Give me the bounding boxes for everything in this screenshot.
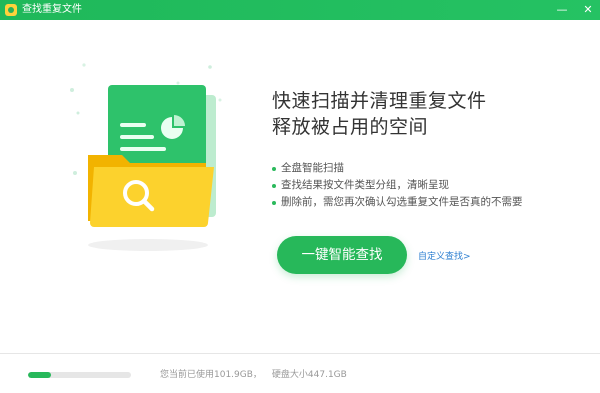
disk-usage-text: 您当前已使用101.9GB， 硬盘大小447.1GB	[160, 368, 357, 382]
folder-search-illustration	[70, 63, 222, 251]
title-bar: 查找重复文件 — ✕	[0, 0, 600, 20]
custom-search-link[interactable]: 自定义查找>	[418, 250, 471, 264]
close-button[interactable]: ✕	[582, 0, 594, 20]
minimize-button[interactable]: —	[556, 0, 568, 20]
disk-total-text: 硬盘大小447.1GB	[271, 370, 347, 380]
app-logo-icon	[5, 4, 17, 16]
main-headline: 快速扫描并清理重复文件 释放被占用的空间	[272, 88, 487, 140]
window-controls: — ✕	[556, 0, 594, 20]
disk-usage-bar	[28, 372, 131, 378]
headline-line-2: 释放被占用的空间	[272, 116, 429, 138]
disk-used-text: 您当前已使用101.9GB，	[160, 370, 262, 380]
feature-item: 查找结果按文件类型分组，清晰呈现	[272, 177, 523, 194]
feature-list: 全盘智能扫描 查找结果按文件类型分组，清晰呈现 删除前，需您再次确认勾选重复文件…	[272, 160, 523, 211]
disk-usage-fill	[28, 372, 52, 378]
footer-divider	[0, 353, 600, 354]
feature-item: 删除前，需您再次确认勾选重复文件是否真的不需要	[272, 194, 523, 211]
headline-line-1: 快速扫描并清理重复文件	[272, 90, 487, 112]
smart-scan-button[interactable]: 一键智能查找	[277, 236, 407, 274]
feature-item: 全盘智能扫描	[272, 160, 523, 177]
window-title: 查找重复文件	[22, 4, 82, 15]
